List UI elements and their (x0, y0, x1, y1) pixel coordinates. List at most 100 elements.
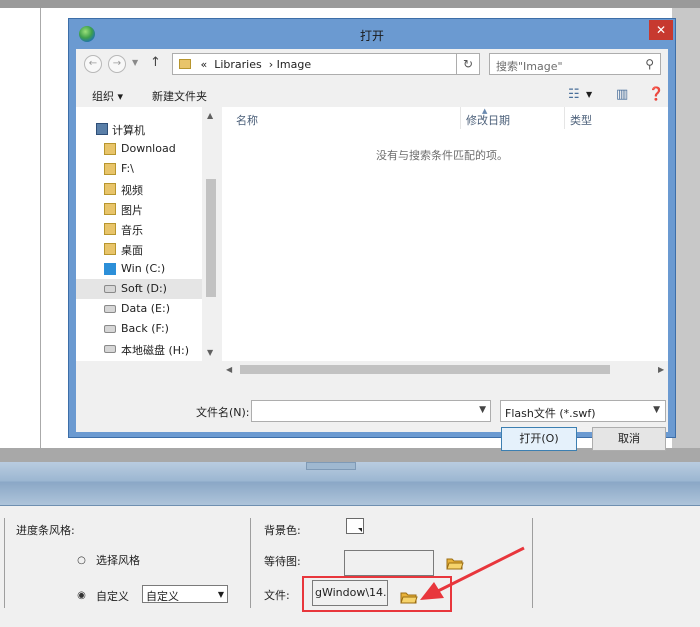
nav-label: Win (C:) (121, 262, 166, 275)
empty-results-message: 没有与搜索条件匹配的项。 (376, 149, 508, 162)
navigation-pane: 计算机 Download F:\ 视频 图片 音乐 桌面 Win (C:) So… (76, 107, 220, 361)
forward-arrow-icon[interactable]: → (108, 55, 126, 73)
preview-pane-icon[interactable]: ▥ (616, 87, 628, 102)
filename-input[interactable]: ▼ (251, 400, 491, 422)
progress-style-label: 进度条风格: (16, 524, 75, 537)
folder-icon (104, 243, 116, 255)
dialog-toolbar: 组织 ▾ 新建文件夹 ☷ ▼ ▥ ❓ (76, 83, 668, 107)
column-header-type[interactable]: 类型 (570, 112, 592, 128)
nav-label: 图片 (121, 204, 143, 217)
search-icon: ⚲ (645, 57, 654, 71)
nav-label: 音乐 (121, 224, 143, 237)
drive-icon (104, 325, 116, 333)
search-placeholder: 搜索"Image" (496, 60, 563, 73)
column-header-modified[interactable]: 修改日期 (466, 112, 510, 128)
nav-item-drive-d[interactable]: Soft (D:) (76, 279, 206, 299)
column-separator[interactable] (564, 107, 565, 129)
up-arrow-icon[interactable]: ↑ (150, 55, 161, 70)
filename-label: 文件名(N): (196, 406, 250, 419)
nav-item-drive-h[interactable]: 本地磁盘 (H:) (76, 339, 206, 359)
folder-icon (104, 183, 116, 195)
bg-color-swatch[interactable] (346, 518, 364, 534)
address-breadcrumb: « Libraries › Image (179, 58, 311, 71)
back-arrow-icon[interactable]: ← (84, 55, 102, 73)
dialog-body: ← → ▼ ↑ « Libraries › Image ▼ ↻ 搜索"Image… (76, 49, 668, 451)
nav-label: Back (F:) (121, 322, 169, 335)
drive-icon (104, 345, 116, 353)
history-chevron-icon[interactable]: ▼ (132, 58, 138, 67)
folder-icon (104, 223, 116, 235)
scroll-right-icon[interactable]: ▶ (658, 365, 664, 374)
column-separator[interactable] (460, 107, 461, 129)
splitter-handle[interactable] (306, 462, 356, 470)
scroll-down-icon[interactable]: ▼ (207, 348, 213, 357)
drive-icon (104, 285, 116, 293)
file-label: 文件: (264, 589, 290, 602)
refresh-icon[interactable]: ↻ (456, 53, 480, 75)
nav-item-videos[interactable]: 视频 (76, 179, 206, 199)
column-header-name[interactable]: 名称 (236, 112, 258, 128)
wait-image-label: 等待图: (264, 555, 301, 568)
address-bar[interactable]: « Libraries › Image ▼ (172, 53, 478, 75)
dialog-titlebar[interactable]: 打开 ✕ (69, 19, 675, 49)
folder-icon (104, 143, 116, 155)
folder-icon (104, 203, 116, 215)
nav-item-desktop[interactable]: 桌面 (76, 239, 206, 259)
canvas-right-strip (672, 8, 700, 448)
radio-select-style[interactable]: ○ (76, 555, 87, 566)
custom-style-combo[interactable]: 自定义 ▼ (142, 585, 228, 603)
breadcrumb-libraries[interactable]: Libraries (214, 58, 262, 71)
help-icon[interactable]: ❓ (648, 87, 664, 102)
new-folder-button[interactable]: 新建文件夹 (152, 88, 207, 104)
organize-menu[interactable]: 组织 ▾ (92, 88, 123, 104)
radio-select-style-label: 选择风格 (96, 554, 140, 567)
nav-item-music[interactable]: 音乐 (76, 219, 206, 239)
open-button[interactable]: 打开(O) (501, 427, 577, 451)
annotation-arrow (420, 546, 525, 600)
panel-divider (4, 518, 5, 608)
nav-item-drive-e[interactable]: Data (E:) (76, 299, 206, 319)
chevron-down-icon[interactable]: ▼ (479, 405, 486, 415)
radio-custom[interactable]: ◉ (76, 590, 87, 601)
panel-divider (250, 518, 251, 608)
filetype-select[interactable]: Flash文件 (*.swf) ▼ (500, 400, 666, 422)
chevron-down-icon: ▼ (653, 405, 660, 415)
view-chevron-down-icon[interactable]: ▼ (586, 90, 592, 99)
file-list: ▲ 名称 修改日期 类型 大 没有与搜索条件匹配的项。 (222, 107, 668, 361)
nav-item-f-root[interactable]: F:\ (76, 159, 206, 179)
breadcrumb-prefix[interactable]: « (201, 58, 208, 71)
scroll-left-icon[interactable]: ◀ (226, 365, 232, 374)
bg-color-label: 背景色: (264, 524, 301, 537)
panel-divider (532, 518, 533, 608)
nav-label: Soft (D:) (121, 282, 167, 295)
nav-label: 本地磁盘 (H:) (121, 344, 190, 357)
folder-icon (104, 163, 116, 175)
folder-icon (179, 59, 191, 69)
chevron-down-icon: ▼ (217, 590, 224, 599)
breadcrumb-image[interactable]: Image (277, 58, 311, 71)
view-options-icon[interactable]: ☷ (568, 87, 580, 102)
drive-icon (104, 305, 116, 313)
nav-label: 计算机 (112, 124, 145, 137)
nav-label: Download (121, 142, 176, 155)
nav-label: 视频 (121, 184, 143, 197)
custom-style-value: 自定义 (146, 590, 179, 603)
nav-item-download[interactable]: Download (76, 139, 206, 159)
dialog-title: 打开 (359, 29, 384, 43)
close-button[interactable]: ✕ (649, 20, 673, 40)
app-top-bar (0, 0, 700, 8)
horizontal-scroll-thumb[interactable] (240, 365, 610, 374)
nav-item-drive-f[interactable]: Back (F:) (76, 319, 206, 339)
computer-icon (96, 123, 108, 135)
search-input[interactable]: 搜索"Image" ⚲ (489, 53, 661, 75)
nav-label: Data (E:) (121, 302, 171, 315)
nav-item-computer[interactable]: 计算机 (76, 119, 206, 139)
open-file-dialog: 打开 ✕ ← → ▼ ↑ « Libraries › Image ▼ ↻ 搜索"… (68, 18, 676, 451)
scroll-up-icon[interactable]: ▲ (207, 111, 213, 120)
cancel-button[interactable]: 取消 (592, 427, 666, 451)
nav-label: F:\ (121, 162, 134, 175)
nav-item-pictures[interactable]: 图片 (76, 199, 206, 219)
nav-item-drive-c[interactable]: Win (C:) (76, 259, 206, 279)
canvas-guide-line (40, 8, 41, 448)
nav-scroll-thumb[interactable] (206, 179, 216, 297)
